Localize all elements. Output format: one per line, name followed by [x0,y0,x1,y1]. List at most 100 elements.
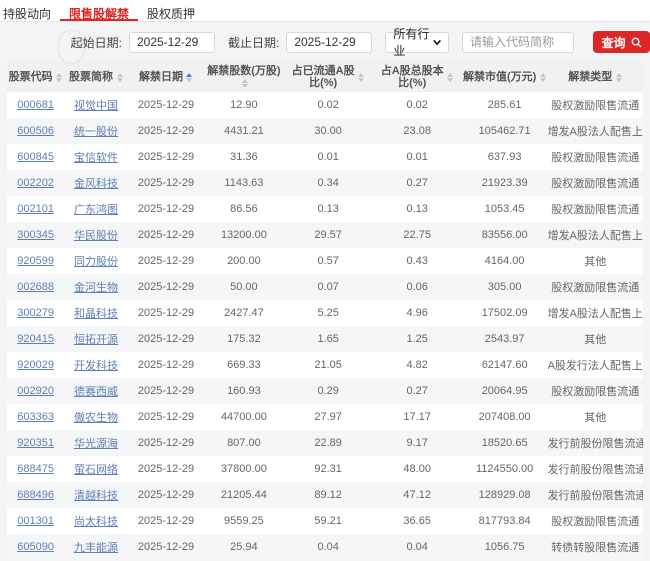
stock-code-link[interactable]: 688496 [17,489,54,501]
unlock-value-cell: 105462.71 [462,118,548,144]
stock-name-link[interactable]: 尚太科技 [74,516,118,528]
pct-of-total-a-cell: 48.00 [373,456,462,482]
pct-of-total-a-cell: 4.82 [373,352,462,378]
unlock-value-cell: 305.00 [462,274,548,300]
sort-icon [539,72,546,83]
stock-name-link[interactable]: 同力股份 [74,256,118,268]
stock-name-link[interactable]: 统一股份 [74,126,118,138]
search-icon [631,37,642,48]
stock-name-link[interactable]: 开发科技 [74,360,118,372]
stock-name-link[interactable]: 华民股份 [74,230,118,242]
stock-code-link-cell: 300345 [7,222,64,248]
stock-name-link-cell: 尚太科技 [64,508,128,534]
unlock-value-cell: 817793.84 [462,508,548,534]
stock-name-link[interactable]: 视觉中国 [74,100,118,112]
unlock-date-cell: 2025-12-29 [128,196,204,222]
unlock-date-cell: 2025-12-29 [128,404,204,430]
pct-of-float-a-cell: 5.25 [284,300,373,326]
industry-select[interactable]: 所有行业 [385,32,449,53]
stock-code-link[interactable]: 002688 [17,281,54,293]
stock-code-link-cell: 920599 [7,248,64,274]
industry-select-value: 所有行业 [393,25,433,59]
stock-code-link[interactable]: 300345 [17,229,54,241]
pct-of-total-a-cell: 23.08 [373,118,462,144]
table-row: 300279和晶科技2025-12-292427.475.254.9617502… [7,300,643,326]
header-pct-of-float-a[interactable]: 占已流通A股 比(%) [284,62,373,92]
stock-code-link[interactable]: 002920 [17,385,54,397]
search-button[interactable]: 查询 [593,31,650,53]
stock-code-link[interactable]: 600845 [17,151,54,163]
stock-name-link[interactable]: 萤石网络 [74,464,118,476]
table-row: 002688金河生物2025-12-2950.000.070.06305.00股… [7,274,643,300]
pct-of-total-a-cell: 0.06 [373,274,462,300]
header-pct-of-total-a[interactable]: 占A股总股本 比(%) [373,62,462,92]
unlock-value-cell: 1124550.00 [462,456,548,482]
stock-name-link-cell: 傲农生物 [64,404,128,430]
end-date-input[interactable] [286,32,372,53]
stock-code-link-cell: 600845 [7,144,64,170]
unlock-date-cell: 2025-12-29 [128,92,204,118]
unlock-value-cell: 17502.09 [462,300,548,326]
stock-code-link[interactable]: 920029 [17,359,54,371]
stock-name-link[interactable]: 恒拓开源 [74,334,118,346]
stock-code-link[interactable]: 920415 [17,333,54,345]
stock-name-link[interactable]: 清越科技 [74,490,118,502]
unlock-type-cell: 股权激励限售流通 [548,144,643,170]
header-unlock-shares[interactable]: 解禁股数(万股) [204,62,284,92]
table-row: 600506统一股份2025-12-294431.2130.0023.08105… [7,118,643,144]
tab-equity-pledge[interactable]: 股权质押 [138,0,204,21]
header-unlock-date[interactable]: 解禁日期 [128,62,204,92]
pct-of-float-a-cell: 30.00 [284,118,373,144]
pct-of-total-a-cell: 0.13 [373,196,462,222]
header-stock-name[interactable]: 股票简称 [64,62,128,92]
stock-name-link[interactable]: 和晶科技 [74,308,118,320]
sort-icon [358,72,365,83]
unlock-type-cell: 增发A股法人配售上市 [548,222,643,248]
pct-of-total-a-cell: 1.25 [373,326,462,352]
stock-name-link[interactable]: 金风科技 [74,178,118,190]
stock-name-link-cell: 广东鸿图 [64,196,128,222]
stock-name-link-cell: 宝信软件 [64,144,128,170]
unlock-value-cell: 20064.95 [462,378,548,404]
unlock-shares-cell: 21205.44 [204,482,284,508]
start-date-input[interactable] [129,32,215,53]
header-stock-code[interactable]: 股票代码 [7,62,64,92]
stock-code-link[interactable]: 002101 [17,203,54,215]
unlock-shares-cell: 807.00 [204,430,284,456]
unlock-type-cell: 股权激励限售流通 [548,274,643,300]
unlock-shares-cell: 1143.63 [204,170,284,196]
stock-code-link[interactable]: 002202 [17,177,54,189]
stock-name-link[interactable]: 广东鸿图 [74,204,118,216]
pct-of-total-a-cell: 0.01 [373,144,462,170]
stock-code-link[interactable]: 603363 [17,411,54,423]
stock-name-link[interactable]: 傲农生物 [74,412,118,424]
header-unlock-value[interactable]: 解禁市值(万元) [462,62,548,92]
pct-of-total-a-cell: 9.17 [373,430,462,456]
unlock-type-cell: 股权激励限售流通 [548,196,643,222]
unlock-date-cell: 2025-12-29 [128,326,204,352]
stock-code-link[interactable]: 600506 [17,125,54,137]
stock-code-link[interactable]: 688475 [17,463,54,475]
unlock-value-cell: 83556.00 [462,222,548,248]
stock-name-link[interactable]: 金河生物 [74,282,118,294]
stock-code-link[interactable]: 920351 [17,437,54,449]
stock-code-link[interactable]: 300279 [17,307,54,319]
unlock-date-cell: 2025-12-29 [128,300,204,326]
tab-holdings-trend[interactable]: 持股动向 [0,0,60,21]
header-unlock-type[interactable]: 解禁类型 [548,62,643,92]
stock-name-link-cell: 视觉中国 [64,92,128,118]
stock-code-link[interactable]: 920599 [17,255,54,267]
stock-code-link[interactable]: 000681 [17,99,54,111]
stock-code-link[interactable]: 001301 [17,515,54,527]
unlock-value-cell: 1056.75 [462,534,548,560]
stock-name-link[interactable]: 华光源海 [74,438,118,450]
stock-name-link[interactable]: 宝信软件 [74,152,118,164]
unlock-type-cell: 股权激励限售流通 [548,92,643,118]
stock-name-link[interactable]: 德赛西威 [74,386,118,398]
stock-code-link-cell: 605090 [7,534,64,560]
unlock-date-cell: 2025-12-29 [128,248,204,274]
tab-restricted-unlock[interactable]: 限售股解禁 [60,0,138,21]
stock-code-link[interactable]: 605090 [17,541,54,553]
code-search-input[interactable] [462,32,574,53]
stock-name-link[interactable]: 九丰能源 [74,542,118,554]
